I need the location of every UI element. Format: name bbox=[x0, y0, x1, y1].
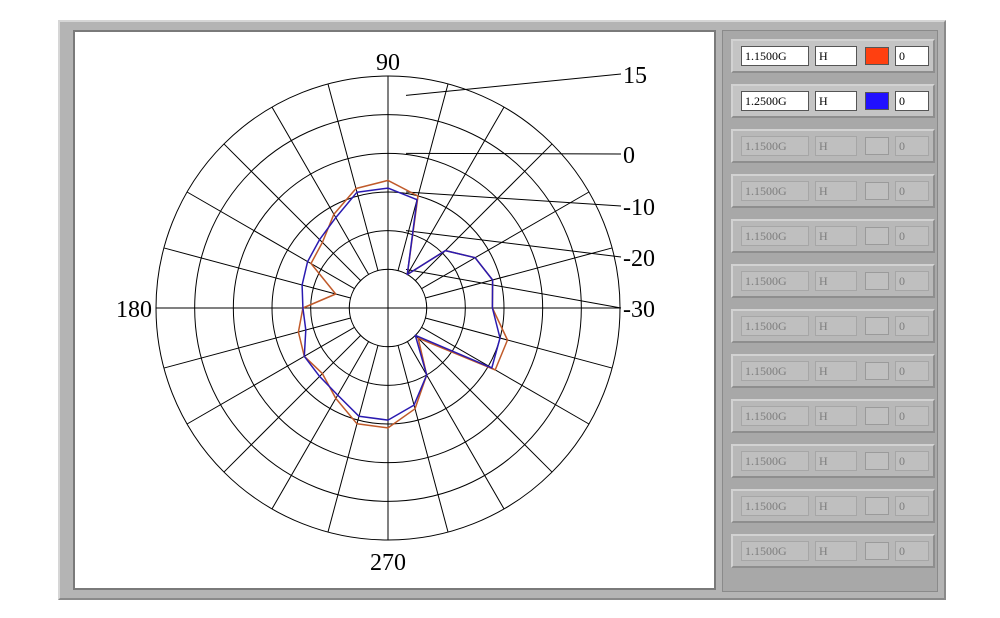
grid-spoke bbox=[163, 247, 351, 299]
polarization-field[interactable]: H bbox=[815, 361, 857, 381]
legend-row[interactable]: 1.1500G H 0 bbox=[731, 354, 935, 388]
grid-spoke bbox=[397, 83, 449, 271]
color-swatch[interactable] bbox=[865, 227, 889, 245]
offset-field[interactable]: 0 bbox=[895, 46, 929, 66]
angle-label: 180 bbox=[116, 297, 152, 323]
legend-row[interactable]: 1.1500G H 0 bbox=[731, 309, 935, 343]
legend-row[interactable]: 1.1500G H 0 bbox=[731, 264, 935, 298]
frequency-field[interactable]: 1.1500G bbox=[741, 136, 809, 156]
offset-field[interactable]: 0 bbox=[895, 271, 929, 291]
legend-row[interactable]: 1.1500G H 0 bbox=[731, 489, 935, 523]
legend-row[interactable]: 1.1500G H 0 bbox=[731, 129, 935, 163]
radial-tick-label: 15 bbox=[623, 63, 647, 89]
legend-row[interactable]: 1.1500G H 0 bbox=[731, 39, 935, 73]
polarization-field[interactable]: H bbox=[815, 91, 857, 111]
angle-label: 270 bbox=[370, 550, 406, 576]
legend-row[interactable]: 1.1500G H 0 bbox=[731, 399, 935, 433]
scale-leader bbox=[405, 268, 622, 309]
frequency-field[interactable]: 1.1500G bbox=[741, 316, 809, 336]
offset-field[interactable]: 0 bbox=[895, 136, 929, 156]
legend-row[interactable]: 1.1500G H 0 bbox=[731, 174, 935, 208]
color-swatch[interactable] bbox=[865, 272, 889, 290]
color-swatch[interactable] bbox=[865, 182, 889, 200]
polarization-field[interactable]: H bbox=[815, 136, 857, 156]
polarization-field[interactable]: H bbox=[815, 406, 857, 426]
color-swatch[interactable] bbox=[865, 407, 889, 425]
color-swatch[interactable] bbox=[865, 317, 889, 335]
legend-row[interactable]: 1.2500G H 0 bbox=[731, 84, 935, 118]
offset-field[interactable]: 0 bbox=[895, 91, 929, 111]
offset-field[interactable]: 0 bbox=[895, 406, 929, 426]
polarization-field[interactable]: H bbox=[815, 181, 857, 201]
grid-spoke bbox=[327, 83, 379, 271]
angle-label: 90 bbox=[376, 50, 400, 76]
offset-field[interactable]: 0 bbox=[895, 181, 929, 201]
color-swatch[interactable] bbox=[865, 362, 889, 380]
frequency-field[interactable]: 1.1500G bbox=[741, 46, 809, 66]
offset-field[interactable]: 0 bbox=[895, 361, 929, 381]
polarization-field[interactable]: H bbox=[815, 46, 857, 66]
offset-field[interactable]: 0 bbox=[895, 496, 929, 516]
polarization-field[interactable]: H bbox=[815, 316, 857, 336]
frequency-field[interactable]: 1.1500G bbox=[741, 226, 809, 246]
frequency-field[interactable]: 1.1500G bbox=[741, 181, 809, 201]
frequency-field[interactable]: 1.1500G bbox=[741, 496, 809, 516]
grid-spoke bbox=[425, 247, 613, 299]
scale-leader bbox=[405, 230, 622, 258]
offset-field[interactable]: 0 bbox=[895, 451, 929, 471]
radial-tick-label: -10 bbox=[623, 195, 655, 221]
polar-chart: 90 180 270 15 0 -10 -20 -30 bbox=[116, 50, 655, 576]
grid-spoke bbox=[327, 345, 379, 533]
polarization-field[interactable]: H bbox=[815, 451, 857, 471]
scale-leader bbox=[405, 73, 622, 96]
frequency-field[interactable]: 1.1500G bbox=[741, 406, 809, 426]
legend-panel: 1.1500G H 0 1.2500G H 0 1.1500G H 0 1.1500G H 0 1.15… bbox=[722, 30, 938, 592]
offset-field[interactable]: 0 bbox=[895, 316, 929, 336]
grid-spoke bbox=[414, 143, 553, 282]
grid-spoke bbox=[397, 345, 449, 533]
legend-row[interactable]: 1.1500G H 0 bbox=[731, 444, 935, 478]
offset-field[interactable]: 0 bbox=[895, 226, 929, 246]
color-swatch[interactable] bbox=[865, 92, 889, 110]
legend-row[interactable]: 1.1500G H 0 bbox=[731, 534, 935, 568]
offset-field[interactable]: 0 bbox=[895, 541, 929, 561]
frequency-field[interactable]: 1.1500G bbox=[741, 541, 809, 561]
color-swatch[interactable] bbox=[865, 137, 889, 155]
radial-tick-label: -20 bbox=[623, 246, 655, 272]
color-swatch[interactable] bbox=[865, 542, 889, 560]
color-swatch[interactable] bbox=[865, 452, 889, 470]
frequency-field[interactable]: 1.1500G bbox=[741, 361, 809, 381]
frequency-field[interactable]: 1.1500G bbox=[741, 451, 809, 471]
color-swatch[interactable] bbox=[865, 47, 889, 65]
frequency-field[interactable]: 1.1500G bbox=[741, 271, 809, 291]
polarization-field[interactable]: H bbox=[815, 226, 857, 246]
color-swatch[interactable] bbox=[865, 497, 889, 515]
frequency-field[interactable]: 1.2500G bbox=[741, 91, 809, 111]
grid-spoke bbox=[414, 334, 553, 473]
grid-spoke bbox=[163, 317, 351, 369]
polarization-field[interactable]: H bbox=[815, 541, 857, 561]
polarization-field[interactable]: H bbox=[815, 496, 857, 516]
polarization-field[interactable]: H bbox=[815, 271, 857, 291]
radial-tick-label: 0 bbox=[623, 143, 635, 169]
radial-tick-label: -30 bbox=[623, 297, 655, 323]
grid-spoke bbox=[425, 317, 613, 369]
legend-row[interactable]: 1.1500G H 0 bbox=[731, 219, 935, 253]
scale-leader bbox=[405, 152, 622, 155]
